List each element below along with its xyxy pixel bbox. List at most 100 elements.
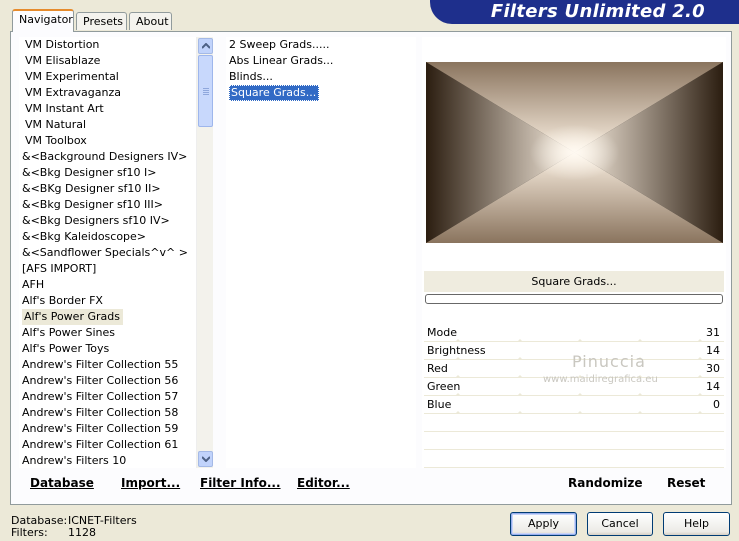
param-value[interactable]: 31 [706,326,720,339]
reset-button[interactable]: Reset [667,476,705,490]
category-item[interactable]: VM Instant Art [19,101,196,117]
slider-tick [452,407,464,417]
param-value[interactable]: 0 [713,398,720,411]
category-item[interactable]: VM Natural [19,117,196,133]
category-label: &<Bkg Designer sf10 I> [22,166,157,179]
category-label: &<Bkg Kaleidoscope> [22,230,147,243]
slider-tick [694,371,706,381]
preview-filter-name: Square Grads... [424,271,724,292]
import-button-label: Import... [121,476,181,490]
param-name: Red [427,362,448,375]
category-item[interactable]: AFH [19,277,196,293]
watermark-url: www.maidiregrafica.eu [543,374,658,385]
category-item[interactable]: VM Extravaganza [19,85,196,101]
chevron-down-icon [202,456,210,462]
preview-image [426,62,723,243]
param-row-empty [424,432,724,450]
category-item[interactable]: VM Elisablaze [19,53,196,69]
category-label: VM Toolbox [25,134,87,147]
param-value[interactable]: 14 [706,344,720,357]
category-label: &<Sandflower Specials^v^ > [22,246,188,259]
param-name: Blue [427,398,452,411]
category-item[interactable]: [AFS IMPORT] [19,261,196,277]
category-item[interactable]: Alf's Border FX [19,293,196,309]
category-item[interactable]: VM Toolbox [19,133,196,149]
help-button[interactable]: Help [663,512,730,536]
category-label: Andrew's Filter Collection 61 [22,438,179,451]
filter-item[interactable]: Blinds... [226,69,416,85]
category-label: VM Elisablaze [25,54,101,67]
category-item[interactable]: Alf's Power Toys [19,341,196,357]
category-label: &<Background Designers IV> [22,150,188,163]
category-label: VM Instant Art [25,102,104,115]
slider-tick [452,371,464,381]
category-item[interactable]: Andrew's Filter Collection 59 [19,421,196,437]
slider-tick [574,335,586,345]
category-item[interactable]: Alf's Power Sines [19,325,196,341]
slider-tick [514,389,526,399]
filter-info-button[interactable]: Filter Info... [200,476,281,490]
slider-tick [514,335,526,345]
category-label: &<Bkg Designer sf10 III> [22,198,164,211]
app-title: Filters Unlimited 2.0 [490,1,705,22]
filters-count: 1128 [68,526,96,539]
category-item[interactable]: &<Bkg Designer sf10 III> [19,197,196,213]
category-scrollbar[interactable] [196,37,213,468]
category-label: [AFS IMPORT] [22,262,97,275]
category-item[interactable]: Andrew's Filter Collection 55 [19,357,196,373]
progress-bar [425,294,723,304]
cancel-button[interactable]: Cancel [587,512,653,536]
category-label: Andrew's Filter Collection 59 [22,422,179,435]
slider-tick [634,335,646,345]
param-row[interactable]: Mode 31 [424,324,724,345]
category-label: &<Bkg Designers sf10 IV> [22,214,170,227]
category-item[interactable]: &<Bkg Designer sf10 I> [19,165,196,181]
scroll-down-button[interactable] [198,451,213,467]
category-item[interactable]: Andrew's Filters 10 [19,453,196,468]
filter-item[interactable]: Abs Linear Grads... [226,53,416,69]
filter-list[interactable]: 2 Sweep Grads..... Abs Linear Grads... Bli… [226,37,416,468]
category-label: Alf's Power Grads [22,309,123,325]
category-item[interactable]: Andrew's Filter Collection 58 [19,405,196,421]
scrollbar-thumb[interactable] [198,55,213,127]
watermark-title: Pinuccia [572,352,646,371]
slider-tick [452,353,464,363]
filter-item[interactable]: Square Grads... [226,85,416,101]
randomize-button[interactable]: Randomize [568,476,642,490]
tab-presets[interactable]: Presets [76,12,127,30]
category-item[interactable]: VM Distortion [19,37,196,53]
import-button[interactable]: Import... [121,476,180,490]
category-label: VM Distortion [25,38,100,51]
param-value[interactable]: 14 [706,380,720,393]
tab-about[interactable]: About [129,12,172,30]
param-row[interactable]: Blue 0 [424,396,724,417]
filter-item[interactable]: 2 Sweep Grads..... [226,37,416,53]
tab-navigator[interactable]: Navigator [12,9,74,32]
slider-tick [514,407,526,417]
category-item[interactable]: VM Experimental [19,69,196,85]
filter-label: Abs Linear Grads... [229,54,334,67]
filter-info-button-label: Filter Info... [200,476,281,490]
category-item[interactable]: &<BKg Designer sf10 II> [19,181,196,197]
editor-button[interactable]: Editor... [297,476,350,490]
category-item[interactable]: Alf's Power Grads [19,309,196,325]
category-item[interactable]: Andrew's Filter Collection 61 [19,437,196,453]
category-label: Alf's Border FX [22,294,103,307]
category-item[interactable]: Andrew's Filter Collection 56 [19,373,196,389]
category-label: Andrew's Filter Collection 56 [22,374,179,387]
filters-label: Filters: [11,526,48,539]
slider-tick [574,389,586,399]
category-item[interactable]: &<Sandflower Specials^v^ > [19,245,196,261]
param-value[interactable]: 30 [706,362,720,375]
slider-tick [634,389,646,399]
category-list[interactable]: VM Distortion VM Elisablaze VM Experimenta… [19,37,196,468]
apply-button[interactable]: Apply [510,512,577,536]
category-item[interactable]: &<Bkg Kaleidoscope> [19,229,196,245]
category-item[interactable]: &<Background Designers IV> [19,149,196,165]
category-item[interactable]: Andrew's Filter Collection 57 [19,389,196,405]
editor-button-label: Editor... [297,476,350,490]
category-item[interactable]: &<Bkg Designers sf10 IV> [19,213,196,229]
scroll-up-button[interactable] [198,38,213,54]
database-button[interactable]: Database [30,476,94,490]
category-label: &<BKg Designer sf10 II> [22,182,161,195]
